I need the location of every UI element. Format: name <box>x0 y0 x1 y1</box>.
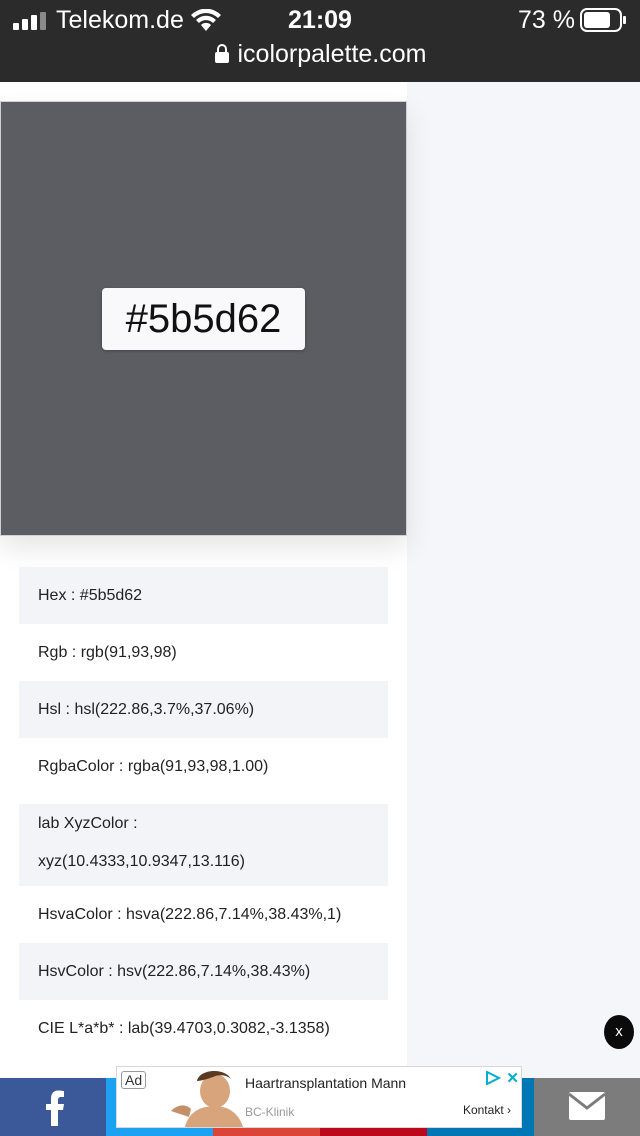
info-row-xyz: lab XyzColor : xyz(10.4333,10.9347,13.11… <box>19 804 388 886</box>
info-row-rgba: RgbaColor : rgba(91,93,98,1.00) <box>38 758 269 775</box>
ad-contact-link[interactable]: Kontakt › <box>463 1103 511 1117</box>
share-facebook-button[interactable] <box>0 1078 106 1136</box>
ad-label: Ad <box>121 1071 147 1089</box>
info-row-hex: Hex : #5b5d62 <box>19 567 388 624</box>
info-row-rgb: Rgb : rgb(91,93,98) <box>38 644 177 661</box>
sidebar-background <box>407 82 640 1078</box>
adchoices-icon[interactable] <box>485 1071 501 1085</box>
ad-sponsor: BC-Klinik <box>245 1105 295 1119</box>
info-row-hsv: HsvColor : hsv(222.86,7.14%,38.43%) <box>19 943 388 1000</box>
ad-person-image <box>167 1067 245 1127</box>
url-bar[interactable]: icolorpalette.com <box>0 40 640 69</box>
ad-banner[interactable]: Ad Haartransplantation Mann BC-Klinik Ko… <box>116 1066 522 1128</box>
email-icon <box>568 1092 606 1120</box>
close-button[interactable]: x <box>604 1015 634 1049</box>
status-bar: Telekom.de 21:09 73 % icolorpalette.com <box>0 0 640 82</box>
info-xyz-label: lab XyzColor : <box>38 815 138 832</box>
info-row-hsva: HsvaColor : hsva(222.86,7.14%,38.43%,1) <box>38 906 342 923</box>
battery-icon <box>580 8 626 32</box>
facebook-icon <box>46 1090 64 1126</box>
ad-contact-label: Kontakt <box>462 1103 504 1117</box>
color-info-list: Hex : #5b5d62 Rgb : rgb(91,93,98) Hsl : … <box>19 567 388 1057</box>
info-row-lab: CIE L*a*b* : lab(39.4703,0.3082,-3.1358) <box>38 1020 330 1037</box>
ad-title: Haartransplantation Mann <box>245 1075 407 1091</box>
battery-percent: 73 % <box>518 6 575 34</box>
url-text: icolorpalette.com <box>237 40 427 68</box>
info-xyz-value: xyz(10.4333,10.9347,13.116) <box>38 853 245 870</box>
share-email-button[interactable] <box>534 1078 640 1136</box>
hex-label-badge: #5b5d62 <box>102 288 305 350</box>
ad-close-button[interactable]: ✕ <box>506 1069 519 1087</box>
info-row-hsl: Hsl : hsl(222.86,3.7%,37.06%) <box>19 681 388 738</box>
lock-icon <box>214 44 229 63</box>
